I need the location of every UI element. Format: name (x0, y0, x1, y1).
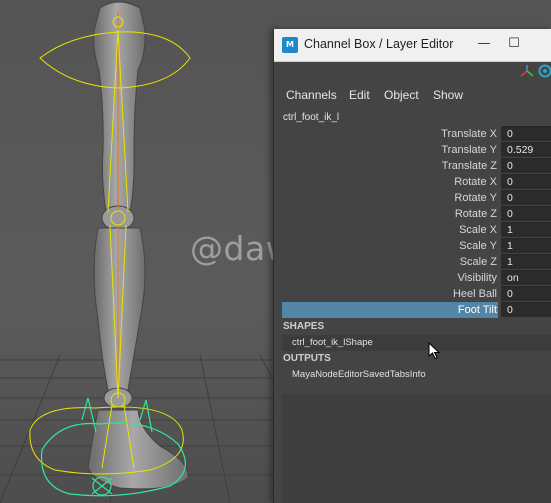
channel-value-field[interactable]: 0 (501, 158, 551, 173)
toolbar (274, 61, 551, 85)
channel-row[interactable]: Rotate Z 0 (282, 206, 551, 222)
channel-row[interactable]: Rotate Y 0 (282, 190, 551, 206)
shapes-heading: SHAPES (283, 321, 325, 332)
channel-row[interactable]: Scale Z 1 (282, 254, 551, 270)
channel-row[interactable]: Heel Ball 0 (282, 286, 551, 302)
channel-label[interactable]: Translate Z (442, 158, 497, 174)
outputs-heading: OUTPUTS (283, 353, 331, 364)
channel-label[interactable]: Scale X (459, 222, 497, 238)
channel-value-field[interactable]: 1 (501, 222, 551, 237)
menu-edit[interactable]: Edit (349, 88, 370, 102)
channel-value-field[interactable]: 0 (501, 286, 551, 301)
shape-item-label: ctrl_foot_ik_lShape (292, 337, 373, 348)
channel-value-field[interactable]: 0 (501, 206, 551, 221)
channel-value-field[interactable]: 0 (501, 174, 551, 189)
channel-row[interactable]: Rotate X 0 (282, 174, 551, 190)
mouse-cursor-icon (428, 342, 441, 360)
channel-box-icon[interactable] (538, 64, 551, 78)
channel-value-field[interactable]: 0 (501, 302, 551, 317)
channel-row[interactable]: Visibility on (282, 270, 551, 286)
channel-value-field[interactable]: 1 (501, 254, 551, 269)
channel-label[interactable]: Foot Tilt (458, 302, 497, 318)
minimize-button[interactable]: — (472, 33, 496, 55)
channel-label[interactable]: Rotate Z (455, 206, 497, 222)
menu-object[interactable]: Object (384, 88, 419, 102)
channel-value-field[interactable]: 0 (501, 190, 551, 205)
channel-row[interactable]: Scale Y 1 (282, 238, 551, 254)
channel-value-field[interactable]: 1 (501, 238, 551, 253)
channel-row[interactable]: Translate Z 0 (282, 158, 551, 174)
axis-icon[interactable] (520, 64, 534, 78)
channel-label[interactable]: Scale Z (460, 254, 497, 270)
channel-row[interactable]: Scale X 1 (282, 222, 551, 238)
channel-label[interactable]: Translate Y (441, 142, 497, 158)
menu-show[interactable]: Show (433, 88, 463, 102)
channel-box-panel: M Channel Box / Layer Editor — ☐ Channel… (273, 29, 551, 503)
channel-value-field[interactable]: on (501, 270, 551, 285)
leg-mesh[interactable] (87, 1, 189, 490)
output-item-label: MayaNodeEditorSavedTabsInfo (292, 369, 426, 380)
maya-logo-icon: M (282, 37, 298, 53)
channel-value-field[interactable]: 0 (501, 126, 551, 141)
channel-value-field[interactable]: 0.529 (501, 142, 551, 157)
channel-label[interactable]: Scale Y (459, 238, 497, 254)
channel-row[interactable]: Translate Y 0.529 (282, 142, 551, 158)
channel-row[interactable]: Foot Tilt 0 (282, 302, 551, 318)
channel-row[interactable]: Translate X 0 (282, 126, 551, 142)
node-name[interactable]: ctrl_foot_ik_l (283, 112, 339, 123)
channel-label[interactable]: Heel Ball (453, 286, 497, 302)
channel-label[interactable]: Translate X (441, 126, 497, 142)
shape-item[interactable]: ctrl_foot_ik_lShape (282, 335, 551, 351)
window-title: Channel Box / Layer Editor (304, 37, 454, 51)
channel-label[interactable]: Visibility (457, 270, 497, 286)
channel-box-empty-area (282, 394, 551, 503)
channel-label[interactable]: Rotate X (454, 174, 497, 190)
output-item[interactable]: MayaNodeEditorSavedTabsInfo (282, 367, 551, 383)
maximize-button[interactable]: ☐ (502, 33, 526, 55)
channel-label[interactable]: Rotate Y (454, 190, 497, 206)
title-bar[interactable]: M Channel Box / Layer Editor — ☐ (274, 29, 551, 62)
menu-channels[interactable]: Channels (286, 88, 337, 102)
